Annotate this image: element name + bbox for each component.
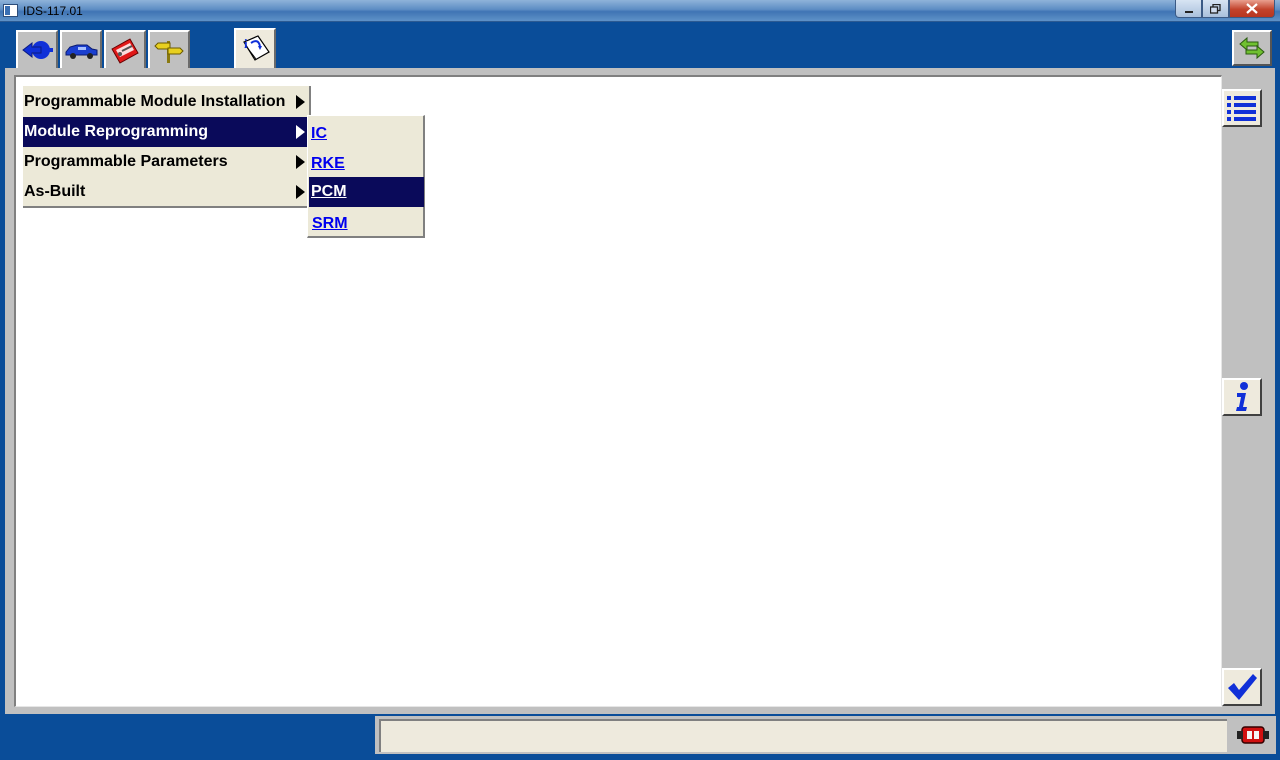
- menu-item-label: Programmable Parameters: [24, 153, 228, 170]
- submenu-item-ic[interactable]: IC: [309, 119, 424, 149]
- minimize-button[interactable]: [1175, 0, 1202, 18]
- menu-item-label: Programmable Module Installation: [24, 93, 286, 110]
- menu-item-programmable-module-installation[interactable]: Programmable Module Installation: [23, 87, 307, 117]
- info-icon: [1236, 382, 1248, 411]
- list-icon: [1227, 96, 1256, 121]
- submenu-arrow-icon: [296, 155, 305, 169]
- session-button[interactable]: [16, 30, 58, 68]
- toolbar: i: [0, 22, 1280, 68]
- submenu-arrow-icon: [296, 95, 305, 109]
- window-title: IDS-117.01: [23, 4, 83, 18]
- toolbox-button[interactable]: [104, 30, 146, 68]
- submenu-item-srm[interactable]: SRM: [309, 209, 424, 239]
- svg-text:i: i: [244, 36, 248, 51]
- signpost-button[interactable]: [148, 30, 190, 68]
- status-field: [375, 716, 1230, 754]
- vcm-connection-icon: [1237, 726, 1269, 744]
- module-submenu: IC RKE PCM SRM: [307, 115, 425, 238]
- module-programming-button[interactable]: i: [234, 28, 276, 68]
- info-button[interactable]: [1222, 378, 1262, 416]
- close-button[interactable]: [1229, 0, 1275, 18]
- restore-button[interactable]: [1202, 0, 1229, 18]
- submenu-arrow-icon: [296, 185, 305, 199]
- menu-item-module-reprogramming[interactable]: Module Reprogramming: [23, 117, 307, 147]
- menu-item-label: Module Reprogramming: [24, 123, 209, 140]
- session-icon: [22, 41, 53, 59]
- title-bar: IDS-117.01: [0, 0, 1280, 22]
- restore-icon: [1210, 3, 1221, 14]
- status-bar: [0, 714, 1280, 760]
- checkmark-icon: [1228, 674, 1257, 700]
- module-programming-icon: i: [243, 35, 270, 61]
- window-controls: [1175, 0, 1275, 18]
- confirm-button[interactable]: [1222, 668, 1262, 706]
- vehicle-icon: [65, 44, 98, 59]
- swap-button[interactable]: [1232, 30, 1272, 66]
- menu-item-programmable-parameters[interactable]: Programmable Parameters: [23, 147, 307, 177]
- menu-item-label: As-Built: [24, 183, 86, 200]
- submenu-item-pcm[interactable]: PCM: [309, 177, 424, 207]
- menu-item-as-built[interactable]: As-Built: [23, 177, 307, 207]
- swap-arrows-icon: [1239, 36, 1265, 60]
- status-text: [379, 719, 1227, 752]
- close-icon: [1246, 3, 1258, 14]
- submenu-arrow-icon: [296, 125, 305, 139]
- minimize-icon: [1184, 10, 1193, 13]
- vehicle-button[interactable]: [60, 30, 102, 68]
- submenu-item-rke[interactable]: RKE: [309, 149, 424, 179]
- main-menu: Programmable Module Installation Module …: [23, 86, 311, 208]
- list-button[interactable]: [1222, 89, 1262, 127]
- signpost-icon: [154, 41, 184, 63]
- vcm-status-button[interactable]: [1230, 716, 1276, 754]
- app-icon: [3, 4, 18, 17]
- toolbox-icon: [111, 38, 139, 64]
